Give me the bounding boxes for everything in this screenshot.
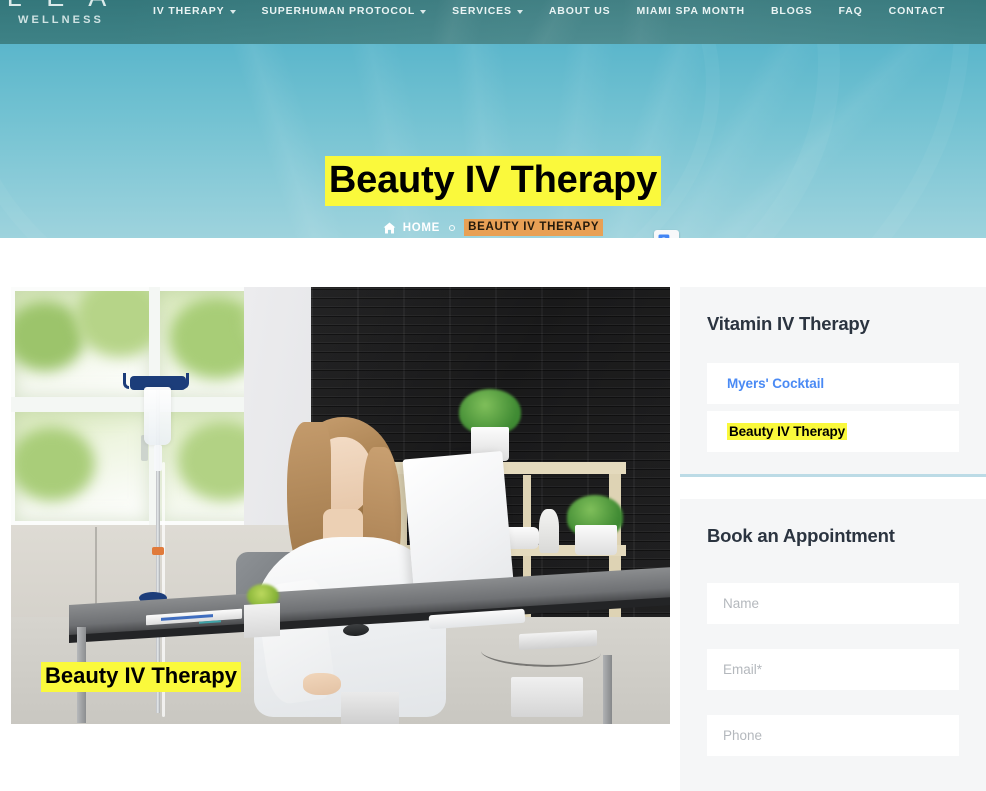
category-item-beauty-iv-therapy[interactable]: Beauty IV Therapy	[707, 411, 959, 452]
appointment-form-title: Book an Appointment	[707, 525, 895, 546]
nav-label: BLOGS	[770, 5, 813, 17]
page-title: Beauty IV Therapy	[324, 156, 662, 206]
hero-arc-decoration	[0, 44, 840, 238]
name-input[interactable]	[707, 583, 959, 624]
breadcrumb-item-home[interactable]: HOME	[383, 222, 440, 234]
top-navigation-bar: L E A WELLNESS IV THERAPY SUPERHUMAN PRO…	[0, 0, 986, 44]
nav-item-faq[interactable]: FAQ	[826, 0, 876, 22]
nav-label: FAQ	[838, 5, 863, 17]
page-title-container: Beauty IV Therapy	[0, 156, 986, 206]
category-item-myers-cocktail[interactable]: Myers' Cocktail	[707, 363, 959, 404]
widget-book-appointment: Book an Appointment	[680, 499, 986, 791]
window-pane	[15, 411, 149, 521]
breadcrumb-home-label: HOME	[402, 221, 441, 234]
nav-item-blogs[interactable]: BLOGS	[758, 0, 826, 22]
main-content: Beauty IV Therapy Vitamin IV Therapy Mye…	[0, 238, 986, 791]
nav-item-miami-spa-month[interactable]: MIAMI SPA MONTH	[624, 0, 758, 22]
category-list: Myers' Cocktail Beauty IV Therapy	[707, 363, 959, 452]
nav-label: CONTACT	[888, 5, 946, 17]
nav-label: ABOUT US	[548, 5, 611, 17]
iv-fluid-bag	[144, 387, 171, 445]
hero-arc-decoration	[0, 44, 970, 238]
nav-item-iv-therapy[interactable]: IV THERAPY	[140, 0, 249, 22]
logo-wordmark: L E A	[6, 0, 116, 12]
chevron-down-icon	[516, 10, 523, 14]
photo-desk-leg	[603, 655, 612, 724]
home-icon	[383, 221, 396, 234]
photo-desk-plant-pot	[244, 603, 280, 638]
nav-label: MIAMI SPA MONTH	[636, 5, 745, 17]
email-input[interactable]	[707, 649, 959, 690]
hero-arc-decoration	[0, 44, 720, 238]
shelf-pot-mid	[575, 525, 617, 555]
nav-item-services[interactable]: SERVICES	[439, 0, 536, 22]
category-link: Myers' Cocktail	[727, 376, 825, 391]
breadcrumb-item-current: BEAUTY IV THERAPY	[464, 219, 604, 236]
phone-input[interactable]	[707, 715, 959, 756]
google-translate-button[interactable]: G	[654, 230, 679, 238]
breadcrumb: HOME BEAUTY IV THERAPY	[0, 219, 986, 236]
nav-item-about-us[interactable]: ABOUT US	[536, 0, 624, 22]
image-caption: Beauty IV Therapy	[41, 662, 241, 693]
nav-item-superhuman-protocol[interactable]: SUPERHUMAN PROTOCOL	[249, 0, 440, 22]
clinic-photo	[11, 287, 670, 724]
nav-label: SUPERHUMAN PROTOCOL	[261, 5, 416, 17]
foliage	[15, 427, 95, 501]
page-hero-banner: Beauty IV Therapy HOME BEAUTY IV THERAPY…	[0, 44, 986, 238]
photo-storage-box	[341, 692, 399, 724]
chevron-down-icon	[229, 10, 236, 14]
main-menu: IV THERAPY SUPERHUMAN PROTOCOL SERVICES …	[140, 0, 958, 22]
iv-roller-clamp	[152, 547, 164, 555]
nav-label: SERVICES	[452, 5, 512, 17]
category-link-current: Beauty IV Therapy	[727, 423, 848, 440]
photo-storage-box	[511, 677, 583, 717]
sidebar: Vitamin IV Therapy Myers' Cocktail Beaut…	[680, 287, 986, 791]
widget-vitamin-iv-therapy: Vitamin IV Therapy Myers' Cocktail Beaut…	[680, 287, 986, 477]
chevron-down-icon	[420, 10, 427, 14]
shelf-vase	[539, 509, 559, 553]
nav-item-contact[interactable]: CONTACT	[876, 0, 959, 22]
iv-hook-arm	[123, 373, 129, 389]
hero-ray-pattern	[0, 44, 986, 238]
logo-tagline: WELLNESS	[18, 14, 104, 26]
nav-label: IV THERAPY	[153, 5, 225, 17]
person-hand	[303, 673, 341, 695]
widget-title: Vitamin IV Therapy	[707, 313, 870, 334]
foliage	[75, 291, 149, 357]
site-logo[interactable]: L E A WELLNESS	[6, 0, 116, 27]
breadcrumb-separator-icon	[449, 224, 456, 231]
article-featured-image: Beauty IV Therapy	[11, 287, 670, 724]
iv-drip-chamber	[154, 445, 162, 471]
